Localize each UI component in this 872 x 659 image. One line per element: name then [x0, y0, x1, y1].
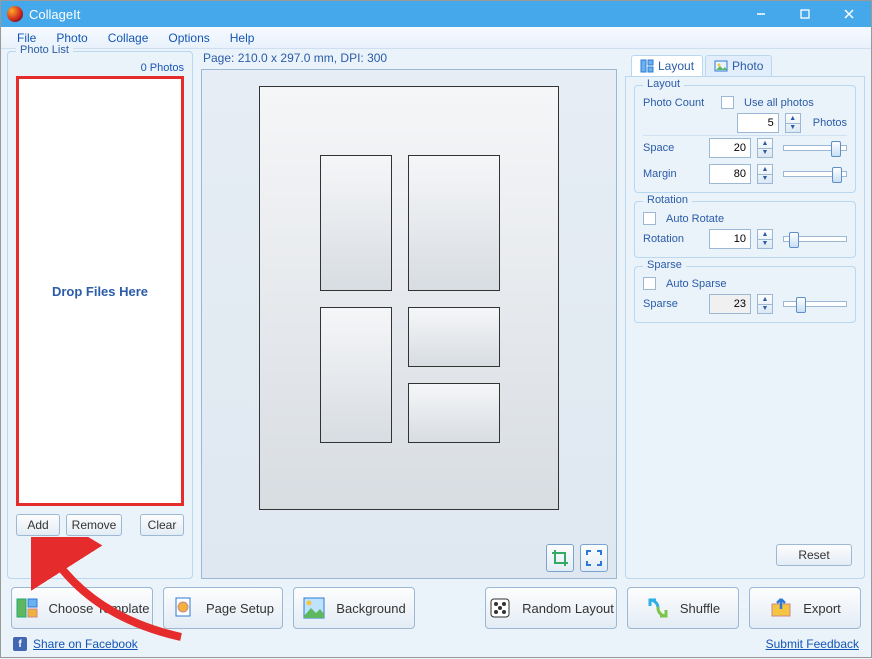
collage-page[interactable]: [259, 86, 559, 510]
use-all-photos-label: Use all photos: [744, 97, 814, 109]
menu-bar: File Photo Collage Options Help: [1, 27, 871, 49]
sparse-slider[interactable]: [783, 301, 847, 307]
fullscreen-tool-button[interactable]: [580, 544, 608, 572]
tab-photo[interactable]: Photo: [705, 55, 772, 76]
shuffle-button[interactable]: Shuffle: [627, 587, 739, 629]
tab-layout[interactable]: Layout: [631, 55, 703, 76]
space-input[interactable]: 20: [709, 138, 751, 158]
background-icon: [302, 596, 326, 620]
right-tabs: Layout Photo: [625, 51, 865, 77]
export-button[interactable]: Export: [749, 587, 861, 629]
background-button[interactable]: Background: [293, 587, 415, 629]
rotation-spinner[interactable]: ▲▼: [757, 229, 773, 249]
sparse-spinner[interactable]: ▲▼: [757, 294, 773, 314]
choose-template-button[interactable]: Choose Template: [11, 587, 153, 629]
auto-rotate-label: Auto Rotate: [666, 213, 724, 225]
use-all-photos-checkbox[interactable]: [721, 96, 734, 109]
auto-sparse-checkbox[interactable]: [643, 277, 656, 290]
share-facebook-link[interactable]: Share on Facebook: [33, 637, 138, 651]
layout-group: Layout Photo Count Use all photos 5 ▲▼ P…: [634, 85, 856, 193]
photo-count-spinner[interactable]: ▲▼: [785, 113, 801, 133]
menu-help[interactable]: Help: [220, 29, 265, 47]
random-layout-button[interactable]: Random Layout: [485, 587, 617, 629]
photos-suffix: Photos: [813, 117, 847, 129]
page-info-label: Page: 210.0 x 297.0 mm, DPI: 300: [203, 51, 621, 65]
bottom-toolbar: Choose Template Page Setup Background Ra…: [1, 579, 871, 633]
submit-feedback-link[interactable]: Submit Feedback: [766, 637, 859, 651]
clear-button[interactable]: Clear: [140, 514, 184, 536]
photo-slot[interactable]: [408, 383, 500, 443]
photo-list-group: Photo List 0 Photos Drop Files Here Add …: [7, 51, 193, 579]
crop-tool-button[interactable]: [546, 544, 574, 572]
facebook-icon: f: [13, 637, 27, 651]
photo-count-label: 0 Photos: [16, 62, 184, 74]
photo-count-label: Photo Count: [643, 97, 715, 109]
photo-slot[interactable]: [320, 307, 392, 443]
photo-count-input[interactable]: 5: [737, 113, 779, 133]
canvas-area: [201, 69, 617, 579]
sparse-label: Sparse: [643, 298, 703, 310]
margin-spinner[interactable]: ▲▼: [757, 164, 773, 184]
sparse-group-title: Sparse: [643, 259, 686, 271]
margin-input[interactable]: 80: [709, 164, 751, 184]
rotation-group-title: Rotation: [643, 194, 692, 206]
maximize-button[interactable]: [783, 1, 827, 27]
rotation-label: Rotation: [643, 233, 703, 245]
auto-rotate-checkbox[interactable]: [643, 212, 656, 225]
layout-group-title: Layout: [643, 78, 684, 90]
photo-list-title: Photo List: [16, 44, 73, 56]
remove-button[interactable]: Remove: [66, 514, 122, 536]
rotation-group: Rotation Auto Rotate Rotation 10 ▲▼: [634, 201, 856, 258]
rotation-slider[interactable]: [783, 236, 847, 242]
layout-icon: [640, 59, 654, 73]
export-icon: [769, 596, 793, 620]
dropzone-text: Drop Files Here: [52, 284, 148, 299]
margin-label: Margin: [643, 168, 703, 180]
photo-slot[interactable]: [408, 155, 500, 291]
photo-dropzone[interactable]: Drop Files Here: [16, 76, 184, 506]
minimize-button[interactable]: [739, 1, 783, 27]
shuffle-icon: [646, 596, 670, 620]
dice-icon: [488, 596, 512, 620]
photo-slot[interactable]: [408, 307, 500, 367]
title-bar: CollageIt: [1, 1, 871, 27]
sparse-input[interactable]: 23: [709, 294, 751, 314]
footer: f Share on Facebook Submit Feedback: [1, 633, 871, 659]
template-icon: [15, 596, 39, 620]
page-setup-button[interactable]: Page Setup: [163, 587, 283, 629]
photo-slot[interactable]: [320, 155, 392, 291]
photo-icon: [714, 59, 728, 73]
auto-sparse-label: Auto Sparse: [666, 278, 727, 290]
add-button[interactable]: Add: [16, 514, 60, 536]
menu-options[interactable]: Options: [158, 29, 219, 47]
reset-button[interactable]: Reset: [776, 544, 852, 566]
space-slider[interactable]: [783, 145, 847, 151]
sparse-group: Sparse Auto Sparse Sparse 23 ▲▼: [634, 266, 856, 323]
menu-collage[interactable]: Collage: [98, 29, 159, 47]
app-logo-icon: [7, 6, 23, 22]
space-label: Space: [643, 142, 703, 154]
app-title: CollageIt: [29, 7, 80, 22]
rotation-input[interactable]: 10: [709, 229, 751, 249]
space-spinner[interactable]: ▲▼: [757, 138, 773, 158]
margin-slider[interactable]: [783, 171, 847, 177]
page-setup-icon: [172, 596, 196, 620]
close-button[interactable]: [827, 1, 871, 27]
